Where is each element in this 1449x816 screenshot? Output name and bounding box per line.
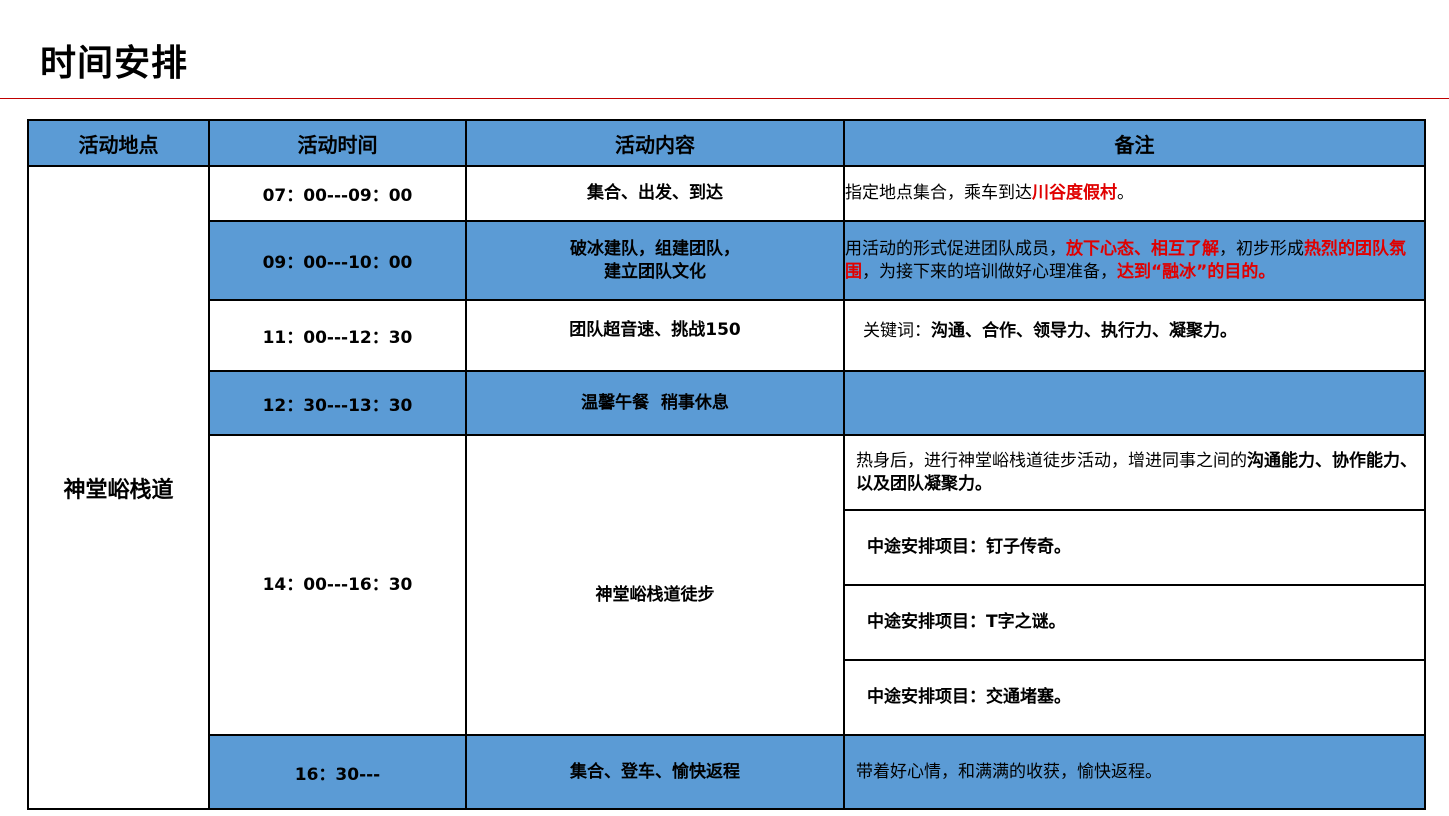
- note-cell: 中途安排项目：钉子传奇。: [843, 509, 1426, 586]
- header-content: 活动内容: [465, 119, 845, 167]
- header-location: 活动地点: [27, 119, 210, 167]
- table-row: 14：00---16：30 神堂峪栈道徒步 热身后，进行神堂峪栈道徒步活动，增进…: [28, 434, 1426, 736]
- note-cell: 热身后，进行神堂峪栈道徒步活动，增进同事之间的沟通能力、协作能力、以及团队凝聚力…: [843, 434, 1426, 511]
- note-cell: 中途安排项目：交通堵塞。: [843, 659, 1426, 736]
- time-cell: 14：00---16：30: [208, 434, 467, 736]
- page-title: 时间安排: [40, 43, 189, 84]
- header-note: 备注: [843, 119, 1426, 167]
- content-cell: 集合、出发、到达: [465, 165, 845, 222]
- content-cell: 神堂峪栈道徒步: [465, 434, 845, 736]
- table-row: 09：00---10：00 破冰建队，组建团队， 建立团队文化 用活动的形式促进…: [28, 220, 1426, 301]
- table-row: 12：30---13：30 温馨午餐 稍事休息: [28, 370, 1426, 436]
- note-cell: 带着好心情，和满满的收获，愉快返程。: [843, 734, 1426, 810]
- title-divider: [0, 98, 1449, 99]
- note-cell: 中途安排项目：T字之谜。: [843, 584, 1426, 661]
- content-cell: 团队超音速、挑战150: [465, 299, 845, 372]
- table-row: 16：30--- 集合、登车、愉快返程 带着好心情，和满满的收获，愉快返程。: [28, 734, 1426, 810]
- note-cell: 用活动的形式促进团队成员，放下心态、相互了解，初步形成热烈的团队氛围，为接下来的…: [843, 220, 1426, 301]
- time-cell: 16：30---: [208, 734, 467, 810]
- table-row: 神堂峪栈道 07：00---09：00 集合、出发、到达 指定地点集合，乘车到达…: [27, 165, 1426, 810]
- location-cell: 神堂峪栈道: [27, 165, 210, 810]
- time-cell: 11：00---12：30: [208, 299, 467, 372]
- content-cell: 破冰建队，组建团队， 建立团队文化: [465, 220, 845, 301]
- time-cell: 07：00---09：00: [208, 165, 467, 222]
- note-cell: 关键词：沟通、合作、领导力、执行力、凝聚力。: [843, 299, 1426, 372]
- header-time: 活动时间: [208, 119, 467, 167]
- schedule-table: 活动地点 活动时间 活动内容 备注 神堂峪栈道 07：00---09：00 集合…: [27, 119, 1426, 810]
- content-cell: 温馨午餐 稍事休息: [465, 370, 845, 436]
- content-cell: 集合、登车、愉快返程: [465, 734, 845, 810]
- note-cell: 指定地点集合，乘车到达川谷度假村。: [843, 165, 1426, 222]
- note-cell: [843, 370, 1426, 436]
- table-header-row: 活动地点 活动时间 活动内容 备注: [27, 119, 1426, 167]
- table-row: 11：00---12：30 团队超音速、挑战150 关键词：沟通、合作、领导力、…: [28, 299, 1426, 372]
- time-cell: 09：00---10：00: [208, 220, 467, 301]
- time-cell: 12：30---13：30: [208, 370, 467, 436]
